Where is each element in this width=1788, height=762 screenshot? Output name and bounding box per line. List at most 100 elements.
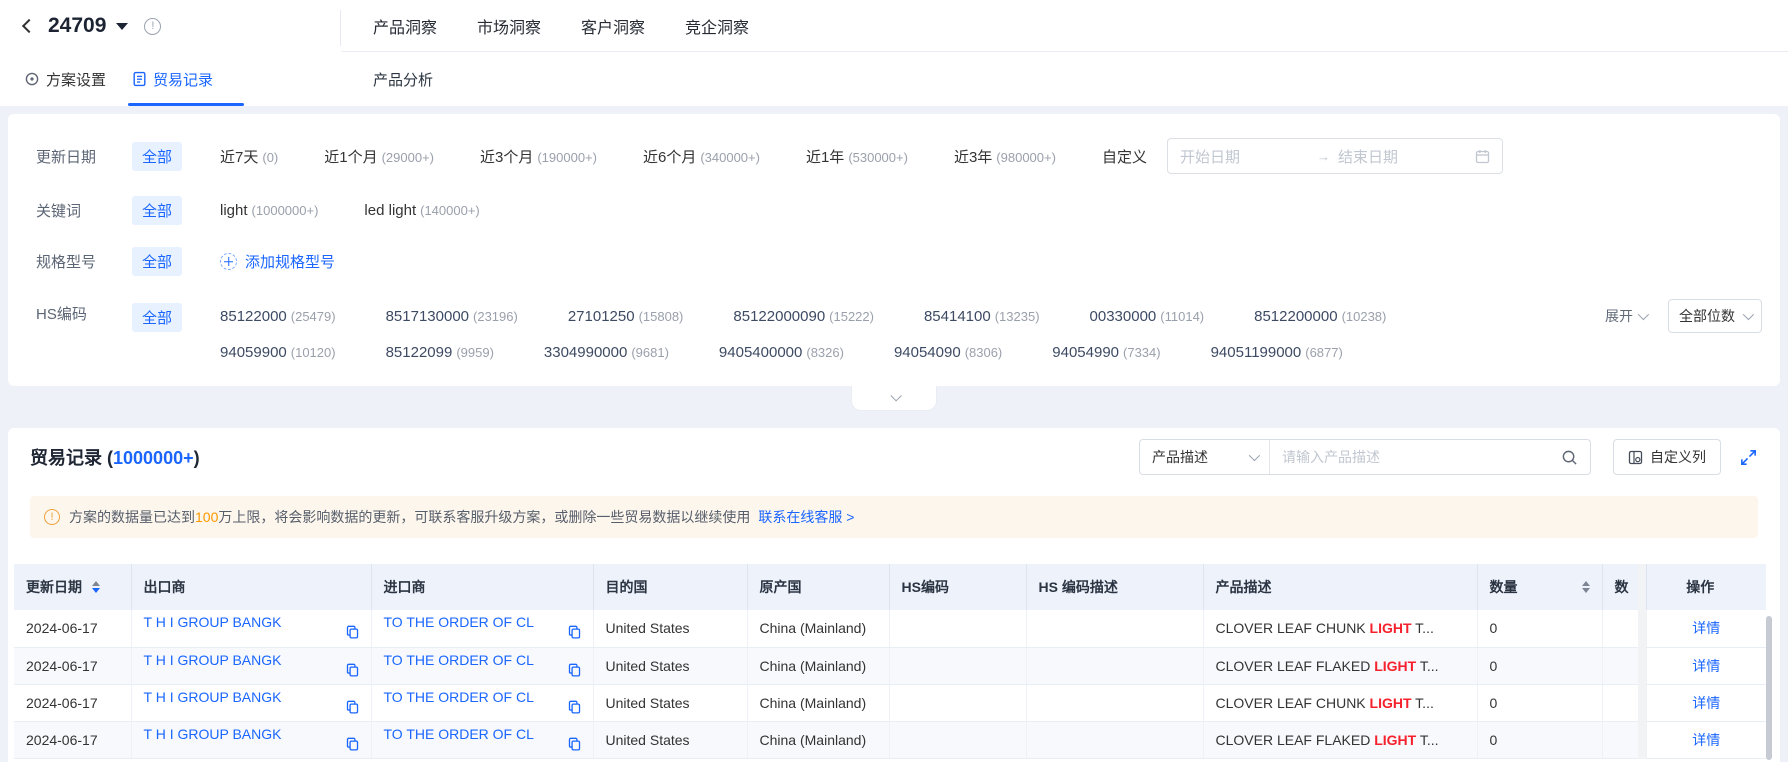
custom-range-option[interactable]: 自定义 — [1102, 146, 1147, 167]
cell-quantity: 0 — [1477, 647, 1603, 685]
filter-option[interactable]: 近7天 (0) — [220, 146, 278, 167]
filter-option[interactable]: 85122000090 (15222) — [733, 308, 874, 325]
tab-trade-records[interactable]: 贸易记录 — [132, 69, 213, 90]
filter-all-chip[interactable]: 全部 — [132, 303, 183, 332]
copy-icon[interactable] — [346, 700, 359, 717]
tab-product-analysis[interactable]: 产品分析 — [373, 69, 433, 90]
back-icon[interactable] — [21, 18, 37, 34]
cell-origin: China (Mainland) — [747, 610, 890, 648]
add-spec-button[interactable]: 添加规格型号 — [220, 251, 335, 272]
importer-link[interactable]: TO THE ORDER OF CL — [384, 652, 534, 668]
cell-hs-code — [889, 721, 1027, 759]
option-text: 00330000 — [1089, 307, 1157, 325]
filter-option[interactable]: 3304990000 (9681) — [544, 344, 669, 361]
filter-option[interactable]: 27101250 (15808) — [568, 308, 684, 325]
filter-all-chip[interactable]: 全部 — [132, 247, 183, 276]
filter-all-chip[interactable]: 全部 — [132, 141, 183, 171]
detail-link[interactable]: 详情 — [1692, 732, 1720, 748]
col-product-desc: 产品描述 — [1203, 564, 1478, 610]
filter-option[interactable]: 近6个月 (340000+) — [643, 146, 760, 167]
copy-icon[interactable] — [568, 700, 581, 717]
copy-icon[interactable] — [568, 663, 581, 680]
fullscreen-icon[interactable] — [1739, 448, 1758, 467]
cell-actions: 详情 — [1646, 721, 1766, 759]
tab-market-insight[interactable]: 市场洞察 — [477, 14, 541, 38]
customize-columns-button[interactable]: 自定义列 — [1613, 439, 1721, 475]
search-input[interactable] — [1282, 449, 1561, 465]
filter-option[interactable]: 00330000 (11014) — [1090, 308, 1205, 325]
copy-icon[interactable] — [346, 663, 359, 680]
copy-icon[interactable] — [568, 737, 581, 754]
contact-support-link[interactable]: 联系在线客服 > — [758, 507, 854, 527]
table-row: 2024-06-17 T H I GROUP BANGK TO THE ORDE… — [14, 647, 1766, 685]
col-origin: 原产国 — [747, 564, 890, 610]
keyword-options: light (1000000+) led light (140000+) — [220, 202, 480, 219]
filter-option[interactable]: 近3年 (980000+) — [954, 146, 1056, 167]
tab-plan-settings[interactable]: 方案设置 — [24, 69, 106, 90]
cell-exporter: T H I GROUP BANGK — [131, 647, 372, 685]
digits-select[interactable]: 全部位数 — [1668, 299, 1762, 333]
title-caret-icon[interactable] — [116, 22, 129, 30]
filter-option[interactable]: 94054090 (8306) — [894, 344, 1002, 361]
table-row: 2024-06-17 T H I GROUP BANGK TO THE ORDE… — [14, 721, 1766, 759]
cell-importer: TO THE ORDER OF CL — [371, 610, 594, 648]
importer-link[interactable]: TO THE ORDER OF CL — [384, 614, 534, 630]
sort-quantity[interactable] — [1581, 581, 1590, 593]
detail-link[interactable]: 详情 — [1692, 695, 1720, 711]
exporter-link[interactable]: T H I GROUP BANGK — [144, 689, 282, 705]
date-range-picker[interactable]: 开始日期 → 结束日期 — [1166, 138, 1503, 174]
exporter-link[interactable]: T H I GROUP BANGK — [144, 614, 282, 630]
option-count: (1000000+) — [251, 203, 319, 218]
filter-option[interactable]: 94054990 (7334) — [1052, 344, 1160, 361]
cell-update-date: 2024-06-17 — [14, 684, 132, 722]
filter-option[interactable]: 近1个月 (29000+) — [324, 146, 434, 167]
cell-product-desc: CLOVER LEAF CHUNK LIGHT T... — [1203, 610, 1478, 648]
filter-option[interactable]: 94059900 (10120) — [220, 344, 336, 361]
option-text: 近3年 — [953, 148, 993, 166]
filter-option[interactable]: led light (140000+) — [364, 202, 479, 219]
filter-option[interactable]: 85122000 (25479) — [220, 308, 336, 325]
filter-option[interactable]: light (1000000+) — [220, 202, 318, 219]
cell-hs-code — [889, 610, 1027, 648]
info-icon[interactable]: ! — [144, 17, 162, 35]
filter-option[interactable]: 近3个月 (190000+) — [480, 146, 597, 167]
filter-option[interactable]: 9405400000 (8326) — [719, 344, 844, 361]
search-field-select[interactable]: 产品描述 — [1140, 440, 1270, 474]
filter-option[interactable]: 近1年 (530000+) — [806, 146, 908, 167]
gear-icon — [25, 72, 39, 86]
search-field-value: 产品描述 — [1152, 449, 1208, 465]
highlighted-keyword: LIGHT — [1374, 731, 1417, 748]
digits-select-value: 全部位数 — [1679, 308, 1735, 324]
filter-all-chip[interactable]: 全部 — [132, 196, 183, 225]
vertical-scrollbar-thumb[interactable] — [1766, 616, 1772, 760]
col-update-date: 更新日期 — [26, 579, 82, 595]
tab-competitor-insight[interactable]: 竞企洞察 — [685, 14, 749, 38]
table-header-row: 更新日期 出口商 进口商 目的国 原产国 HS编码 HS 编码描述 产品描述 数… — [14, 564, 1766, 610]
search-combo: 产品描述 — [1139, 439, 1591, 475]
cell-actions: 详情 — [1646, 610, 1766, 648]
option-text: light — [220, 202, 248, 219]
search-icon[interactable] — [1561, 449, 1578, 466]
filter-option[interactable]: 8512200000 (10238) — [1254, 308, 1386, 325]
importer-link[interactable]: TO THE ORDER OF CL — [384, 689, 534, 705]
expand-button[interactable]: 展开 — [1605, 306, 1650, 326]
filter-option[interactable]: 94051199000 (6877) — [1211, 344, 1343, 361]
filter-option[interactable]: 85414100 (13235) — [924, 308, 1040, 325]
exporter-link[interactable]: T H I GROUP BANGK — [144, 726, 282, 742]
copy-icon[interactable] — [346, 625, 359, 642]
exporter-link[interactable]: T H I GROUP BANGK — [144, 652, 282, 668]
filter-option[interactable]: 85122099 (9959) — [386, 344, 494, 361]
option-text: 85414100 — [923, 307, 991, 325]
importer-link[interactable]: TO THE ORDER OF CL — [384, 726, 534, 742]
filter-option[interactable]: 8517130000 (23196) — [386, 308, 518, 325]
records-count: 1000000+ — [113, 448, 194, 468]
copy-icon[interactable] — [568, 625, 581, 642]
col-exporter: 出口商 — [131, 564, 372, 610]
tab-product-insight[interactable]: 产品洞察 — [373, 14, 437, 38]
detail-link[interactable]: 详情 — [1692, 658, 1720, 674]
sort-update-date[interactable] — [92, 581, 100, 593]
copy-icon[interactable] — [346, 737, 359, 754]
collapse-filters-button[interactable] — [851, 386, 937, 411]
detail-link[interactable]: 详情 — [1692, 620, 1720, 636]
tab-customer-insight[interactable]: 客户洞察 — [581, 14, 645, 38]
